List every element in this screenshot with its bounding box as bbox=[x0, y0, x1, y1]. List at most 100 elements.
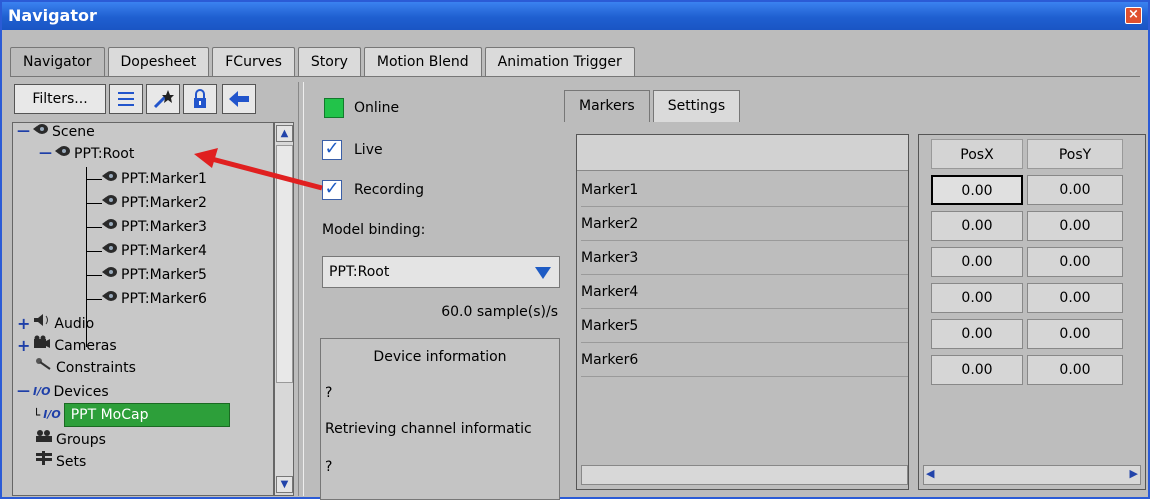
scroll-up-icon[interactable]: ▲ bbox=[276, 125, 293, 142]
dropdown-arrow-icon bbox=[535, 267, 551, 279]
tree-label-constraints: Constraints bbox=[56, 360, 136, 376]
selected-device[interactable]: PPT MoCap bbox=[63, 403, 230, 427]
main-tabs: Navigator Dopesheet FCurves Story Motion… bbox=[10, 47, 638, 77]
tree-item-marker6[interactable]: PPT:Marker6 bbox=[102, 288, 207, 310]
collapse-icon[interactable]: — bbox=[17, 381, 30, 403]
column-header-posx[interactable]: PosX bbox=[931, 139, 1023, 169]
markers-name-list: Marker1 Marker2 Marker3 Marker4 Marker5 … bbox=[576, 134, 909, 490]
tree-label-marker: PPT:Marker4 bbox=[121, 243, 207, 259]
scroll-left-icon[interactable]: ◀ bbox=[926, 467, 934, 480]
tree-toolbar: Filters... bbox=[14, 84, 259, 116]
collapse-icon[interactable]: — bbox=[39, 143, 52, 165]
filters-button[interactable]: Filters... bbox=[14, 84, 106, 114]
title-bar: Navigator × bbox=[2, 2, 1148, 30]
value-cell[interactable]: 0.00 bbox=[1027, 319, 1123, 349]
value-cell[interactable]: 0.00 bbox=[1027, 247, 1123, 277]
close-icon[interactable]: × bbox=[1125, 7, 1142, 24]
tree-label-marker: PPT:Marker6 bbox=[121, 291, 207, 307]
marker-icon bbox=[102, 192, 118, 214]
marker-subtabs: Markers Settings bbox=[564, 90, 743, 122]
tree-item-ppt-mocap[interactable]: └ I/O PPT MoCap bbox=[33, 403, 230, 427]
io-icon: I/O bbox=[43, 408, 61, 421]
scroll-down-icon[interactable]: ▼ bbox=[276, 476, 293, 493]
scene-icon bbox=[33, 123, 49, 143]
online-label: Online bbox=[354, 100, 400, 116]
tab-dopesheet[interactable]: Dopesheet bbox=[107, 47, 210, 77]
tree-item-groups[interactable]: Groups bbox=[35, 429, 106, 451]
tree-label-groups: Groups bbox=[56, 432, 106, 448]
model-binding-dropdown[interactable]: PPT:Root bbox=[322, 256, 560, 288]
device-info-title: Device information bbox=[373, 349, 507, 365]
tab-fcurves[interactable]: FCurves bbox=[212, 47, 295, 77]
tab-animation-trigger[interactable]: Animation Trigger bbox=[484, 47, 635, 77]
expand-icon[interactable]: + bbox=[17, 313, 30, 335]
value-cell[interactable]: 0.00 bbox=[931, 319, 1023, 349]
device-info-line: Retrieving channel informatic bbox=[325, 421, 532, 437]
value-cell[interactable]: 0.00 bbox=[931, 211, 1023, 241]
tab-navigator[interactable]: Navigator bbox=[10, 47, 105, 77]
device-information-box: Device information ? Retrieving channel … bbox=[320, 338, 560, 500]
list-hscrollbar[interactable] bbox=[581, 465, 908, 485]
model-binding-value: PPT:Root bbox=[329, 264, 390, 280]
value-cell[interactable]: 0.00 bbox=[931, 355, 1023, 385]
value-cell[interactable]: 0.00 bbox=[1027, 175, 1123, 205]
lock-icon[interactable] bbox=[183, 84, 217, 114]
tree-label-sets: Sets bbox=[56, 454, 87, 470]
tree-item-constraints[interactable]: Constraints bbox=[35, 357, 136, 379]
constraints-icon bbox=[35, 357, 53, 379]
marker-icon bbox=[102, 240, 118, 262]
io-icon: I/O bbox=[33, 385, 51, 398]
annotation-arrow-icon bbox=[194, 148, 323, 191]
tree-item-marker2[interactable]: PPT:Marker2 bbox=[102, 192, 207, 214]
value-cell[interactable]: 0.00 bbox=[931, 175, 1023, 205]
model-binding-label: Model binding: bbox=[322, 222, 426, 238]
expand-icon[interactable]: + bbox=[17, 335, 30, 357]
recording-label: Recording bbox=[354, 182, 425, 198]
list-item[interactable]: Marker3 bbox=[581, 241, 908, 275]
back-arrow-icon[interactable] bbox=[222, 84, 256, 114]
tab-motion-blend[interactable]: Motion Blend bbox=[363, 47, 482, 77]
tree-label-audio: Audio bbox=[54, 316, 95, 332]
grid-hscrollbar[interactable]: ◀ ▶ bbox=[923, 465, 1141, 485]
list-item[interactable]: Marker4 bbox=[581, 275, 908, 309]
tree-item-scene[interactable]: — Scene bbox=[17, 123, 95, 143]
magic-wand-icon[interactable] bbox=[146, 84, 180, 114]
tab-story[interactable]: Story bbox=[297, 47, 361, 77]
tab-settings[interactable]: Settings bbox=[652, 90, 741, 122]
value-cell[interactable]: 0.00 bbox=[931, 283, 1023, 313]
tree-branch: └ bbox=[33, 408, 41, 422]
value-cell[interactable]: 0.00 bbox=[931, 247, 1023, 277]
tree-item-marker4[interactable]: PPT:Marker4 bbox=[102, 240, 207, 262]
column-header-posy[interactable]: PosY bbox=[1027, 139, 1123, 169]
marker-icon bbox=[102, 288, 118, 310]
list-item[interactable]: Marker6 bbox=[581, 343, 908, 377]
collapse-icon[interactable]: — bbox=[17, 123, 30, 143]
value-cell[interactable]: 0.00 bbox=[1027, 355, 1123, 385]
list-item[interactable]: Marker5 bbox=[581, 309, 908, 343]
live-label: Live bbox=[354, 142, 383, 158]
window-title: Navigator bbox=[8, 6, 97, 25]
device-info-line: ? bbox=[325, 385, 333, 401]
markers-values-grid: PosX PosY 0.00 0.00 0.00 0.00 0.00 0.00 … bbox=[918, 134, 1146, 490]
tree-item-cameras[interactable]: + Cameras bbox=[17, 335, 117, 357]
tree-item-marker3[interactable]: PPT:Marker3 bbox=[102, 216, 207, 238]
tree-label-devices: Devices bbox=[53, 384, 109, 400]
list-item[interactable]: Marker2 bbox=[581, 207, 908, 241]
list-view-icon[interactable] bbox=[109, 84, 143, 114]
sets-icon bbox=[35, 451, 53, 473]
tree-item-root[interactable]: — PPT:Root bbox=[39, 143, 134, 165]
model-icon bbox=[55, 143, 71, 165]
tab-markers[interactable]: Markers bbox=[564, 90, 650, 122]
list-header bbox=[577, 135, 908, 171]
marker-icon bbox=[102, 168, 118, 190]
value-cell[interactable]: 0.00 bbox=[1027, 283, 1123, 313]
tree-item-devices[interactable]: — I/O Devices bbox=[17, 381, 109, 403]
value-cell[interactable]: 0.00 bbox=[1027, 211, 1123, 241]
scroll-right-icon[interactable]: ▶ bbox=[1130, 467, 1138, 480]
list-item[interactable]: Marker1 bbox=[581, 173, 908, 207]
tree-item-marker5[interactable]: PPT:Marker5 bbox=[102, 264, 207, 286]
tree-item-sets[interactable]: Sets bbox=[35, 451, 86, 473]
tree-label-scene: Scene bbox=[52, 124, 95, 140]
tree-item-audio[interactable]: + Audio bbox=[17, 313, 94, 335]
online-indicator bbox=[324, 98, 344, 118]
